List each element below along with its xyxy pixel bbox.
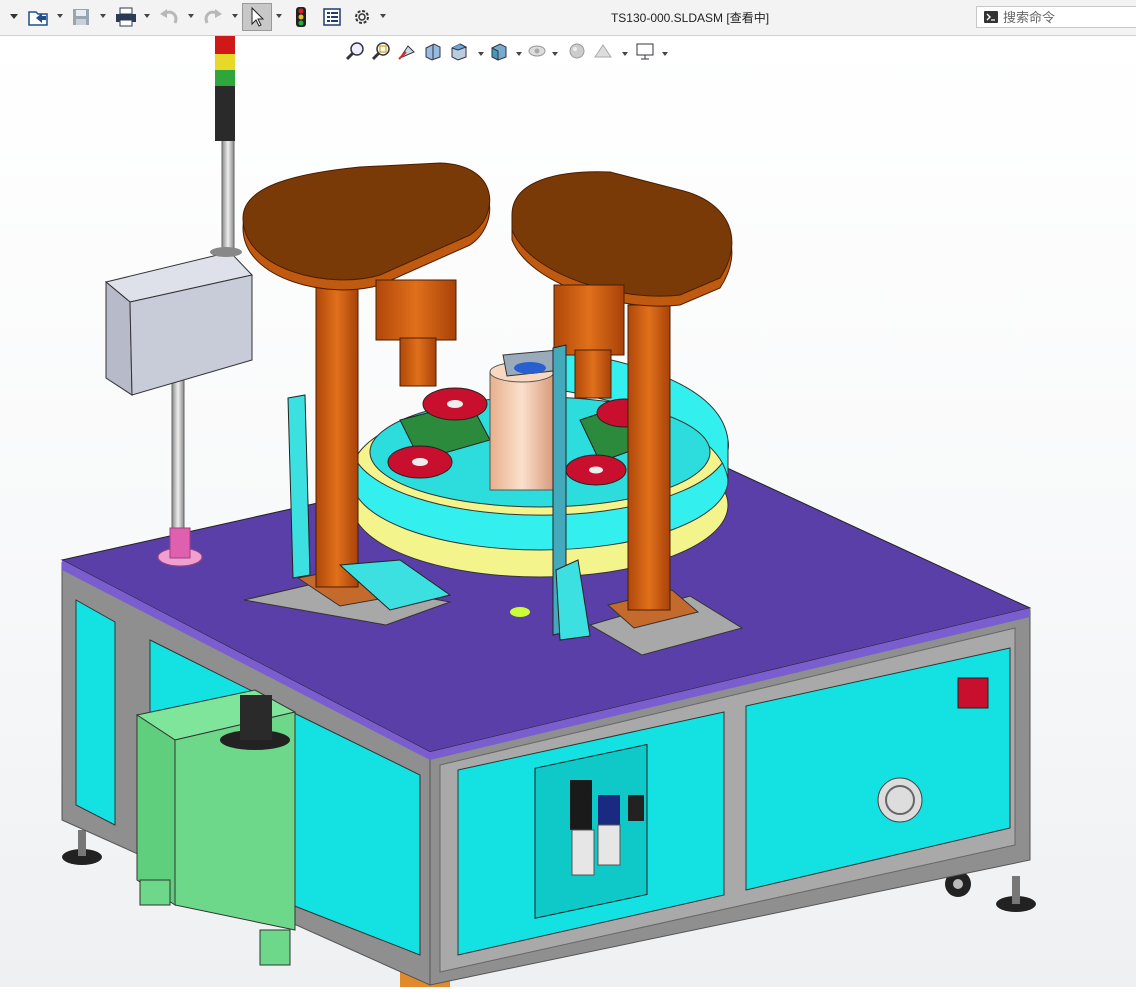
scene-caret-icon[interactable]	[622, 52, 628, 56]
graphics-viewport[interactable]	[0, 36, 1136, 987]
print-icon[interactable]	[112, 4, 140, 30]
title-bar: TS130-000.SLDASM [查看中]	[0, 0, 1136, 36]
dropdown-arrow-icon[interactable]	[8, 4, 20, 30]
appearance-icon[interactable]	[566, 40, 590, 64]
assembly-model	[60, 36, 1036, 987]
view-orientation-caret-icon[interactable]	[478, 52, 484, 56]
open-caret-icon[interactable]	[57, 14, 63, 18]
view-settings-icon[interactable]	[634, 40, 658, 64]
scene-icon[interactable]	[592, 40, 616, 64]
select-icon[interactable]	[242, 3, 272, 31]
view-orientation-icon[interactable]	[448, 40, 472, 64]
redo-icon[interactable]	[200, 4, 226, 30]
section-view-icon[interactable]	[422, 40, 446, 64]
save-caret-icon[interactable]	[100, 14, 106, 18]
display-style-icon[interactable]	[488, 40, 512, 64]
hydraulic-tank	[135, 689, 297, 966]
command-prompt-icon	[984, 11, 998, 23]
zoom-to-fit-icon[interactable]	[344, 40, 368, 64]
select-caret-icon[interactable]	[276, 14, 282, 18]
save-icon[interactable]	[68, 4, 94, 30]
previous-view-icon[interactable]	[396, 40, 420, 64]
undo-caret-icon[interactable]	[188, 14, 194, 18]
document-title: TS130-000.SLDASM [查看中]	[610, 11, 770, 25]
hide-show-icon[interactable]	[526, 40, 550, 64]
center-cylinder	[489, 349, 563, 491]
traffic-light-icon[interactable]	[290, 4, 312, 30]
print-caret-icon[interactable]	[144, 14, 150, 18]
hide-show-caret-icon[interactable]	[552, 52, 558, 56]
undo-icon[interactable]	[156, 4, 182, 30]
options-caret-icon[interactable]	[380, 14, 386, 18]
control-box	[104, 36, 253, 567]
redo-caret-icon[interactable]	[232, 14, 238, 18]
file-properties-icon[interactable]	[320, 4, 344, 30]
open-icon[interactable]	[24, 4, 52, 30]
options-gear-icon[interactable]	[350, 4, 374, 30]
display-style-caret-icon[interactable]	[516, 52, 522, 56]
search-box[interactable]	[976, 6, 1136, 28]
search-input[interactable]	[1003, 9, 1123, 25]
view-settings-caret-icon[interactable]	[662, 52, 668, 56]
zoom-area-icon[interactable]	[370, 40, 394, 64]
